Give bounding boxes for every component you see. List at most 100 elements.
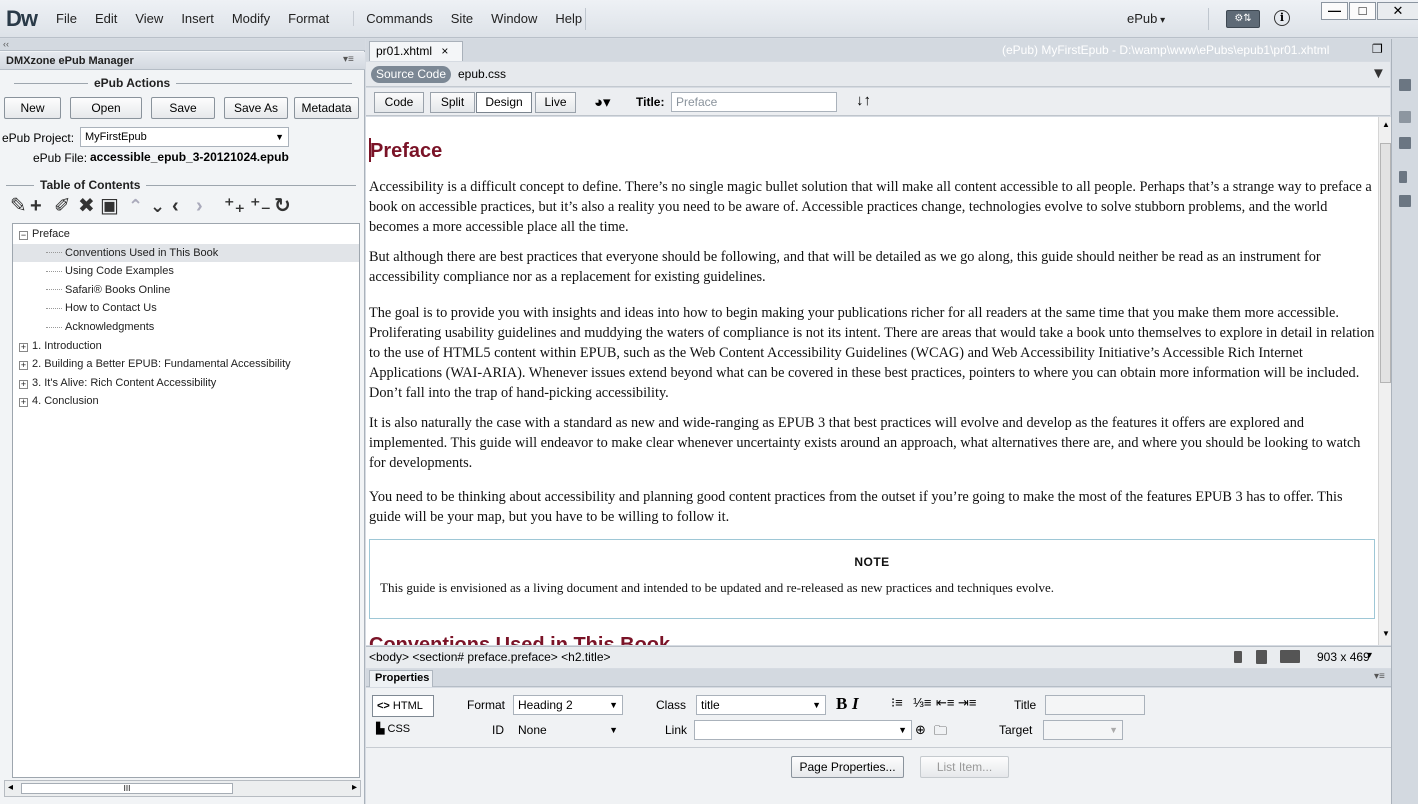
delete-icon[interactable]: ✖ bbox=[78, 196, 95, 216]
menu-commands[interactable]: Commands bbox=[353, 11, 441, 26]
unordered-list-icon[interactable]: ⁝≡ bbox=[891, 695, 903, 711]
extension-manager-icon[interactable]: ⚙⇅ bbox=[1226, 10, 1260, 28]
panel-icon[interactable] bbox=[1399, 111, 1411, 123]
link-input[interactable] bbox=[694, 720, 912, 740]
edit-icon[interactable]: ✎ bbox=[10, 196, 27, 216]
save-as-button[interactable]: Save As bbox=[224, 97, 288, 119]
scroll-down-arrow[interactable]: ▼ bbox=[1382, 629, 1390, 638]
document-tab[interactable]: pr01.xhtml × bbox=[369, 41, 463, 61]
panel-title[interactable]: DMXzone ePub Manager bbox=[6, 55, 134, 67]
move-down-icon[interactable]: ⌄ bbox=[150, 196, 165, 216]
folder-icon[interactable]: 🗀 bbox=[934, 722, 947, 744]
page-properties-button[interactable]: Page Properties... bbox=[791, 756, 904, 778]
paragraph[interactable]: But although there are best practices th… bbox=[369, 247, 1377, 287]
note-box[interactable]: NOTE This guide is envisioned as a livin… bbox=[369, 539, 1375, 619]
toc-tree[interactable]: − Preface Conventions Used in This Book Usi… bbox=[12, 223, 360, 778]
menu-window[interactable]: Window bbox=[482, 11, 546, 26]
panel-collapse-strip[interactable]: ‹‹ bbox=[0, 39, 365, 51]
page-heading[interactable]: Preface bbox=[370, 141, 442, 161]
menu-edit[interactable]: Edit bbox=[86, 11, 126, 26]
refresh-icon[interactable]: ↻ bbox=[274, 196, 291, 216]
source-code-pill[interactable]: Source Code bbox=[371, 66, 451, 83]
code-view-button[interactable]: Code bbox=[374, 92, 424, 113]
panel-icon[interactable] bbox=[1399, 195, 1411, 207]
panel-menu-icon[interactable]: ▾≡ bbox=[1374, 671, 1385, 682]
indent-icon[interactable]: ⇥≡ bbox=[958, 695, 976, 711]
move-left-icon[interactable]: ‹ bbox=[172, 196, 179, 216]
panel-menu-icon[interactable]: ▾≡ bbox=[343, 54, 354, 65]
paragraph[interactable]: Accessibility is a difficult concept to … bbox=[369, 177, 1377, 237]
next-section-heading[interactable]: Conventions Used in This Book bbox=[369, 635, 670, 645]
horizontal-scrollbar[interactable]: ◂ III ▸ bbox=[4, 780, 361, 797]
restore-window-icon[interactable]: ❐ bbox=[1372, 42, 1383, 56]
related-css-file[interactable]: epub.css bbox=[458, 67, 506, 81]
toc-tree-item[interactable]: Using Code Examples bbox=[13, 262, 359, 280]
trash-icon[interactable]: ▣ bbox=[100, 196, 119, 216]
toc-tree-item[interactable]: Conventions Used in This Book bbox=[13, 243, 359, 262]
target-select[interactable] bbox=[1043, 720, 1123, 740]
scroll-up-arrow[interactable]: ▲ bbox=[1382, 120, 1390, 129]
design-view-button[interactable]: Design bbox=[476, 92, 532, 113]
menu-modify[interactable]: Modify bbox=[223, 11, 279, 26]
html-mode-button[interactable]: <> HTML bbox=[372, 695, 434, 717]
title-input[interactable]: Preface bbox=[671, 92, 837, 112]
filter-icon[interactable]: ▼ bbox=[1371, 65, 1386, 82]
menu-view[interactable]: View bbox=[126, 11, 172, 26]
info-icon[interactable]: i bbox=[1274, 10, 1290, 26]
design-view[interactable]: Preface Accessibility is a difficult con… bbox=[366, 117, 1378, 645]
collapse-icon[interactable]: − bbox=[19, 231, 28, 240]
toc-tree-item[interactable]: +1. Introduction bbox=[13, 337, 359, 355]
scroll-thumb[interactable] bbox=[1380, 143, 1391, 383]
panel-icon[interactable] bbox=[1399, 171, 1407, 183]
tablet-size-icon[interactable] bbox=[1256, 650, 1267, 664]
new-button[interactable]: New bbox=[4, 97, 61, 119]
browser-preview-icon[interactable]: ◕▾ bbox=[594, 93, 611, 111]
add-icon[interactable]: + bbox=[30, 196, 42, 216]
vertical-scrollbar[interactable]: ▲ ▼ bbox=[1378, 117, 1392, 645]
close-tab-icon[interactable]: × bbox=[441, 44, 448, 58]
expand-icon[interactable]: + bbox=[19, 379, 28, 389]
bold-button[interactable]: B bbox=[836, 694, 847, 714]
live-view-button[interactable]: Live bbox=[535, 92, 576, 113]
mobile-size-icon[interactable] bbox=[1234, 651, 1242, 663]
minimize-button[interactable]: — bbox=[1321, 2, 1348, 20]
expand-icon[interactable]: + bbox=[19, 398, 28, 408]
toc-tree-item[interactable]: +2. Building a Better EPUB: Fundamental … bbox=[13, 355, 359, 373]
css-mode-button[interactable]: ▙ CSS bbox=[376, 722, 410, 735]
toc-tree-item[interactable]: Acknowledgments bbox=[13, 318, 359, 336]
split-view-button[interactable]: Split bbox=[430, 92, 475, 113]
menu-format[interactable]: Format bbox=[279, 11, 353, 26]
point-to-file-icon[interactable]: ⊕ bbox=[915, 722, 926, 738]
toc-tree-item[interactable]: +3. It's Alive: Rich Content Accessibili… bbox=[13, 374, 359, 392]
desktop-size-icon[interactable] bbox=[1280, 650, 1300, 663]
panel-icon[interactable] bbox=[1399, 137, 1411, 149]
maximize-button[interactable]: □ bbox=[1349, 2, 1376, 20]
panel-icon[interactable] bbox=[1399, 79, 1411, 91]
toc-tree-item[interactable]: +4. Conclusion bbox=[13, 392, 359, 410]
class-select[interactable]: title bbox=[696, 695, 826, 715]
properties-tab[interactable]: Properties bbox=[369, 670, 433, 687]
open-button[interactable]: Open bbox=[70, 97, 142, 119]
expand-icon[interactable]: + bbox=[19, 342, 28, 352]
title-prop-input[interactable] bbox=[1045, 695, 1145, 715]
close-button[interactable]: ✕ bbox=[1377, 2, 1418, 20]
metadata-button[interactable]: Metadata bbox=[294, 97, 359, 119]
italic-button[interactable]: I bbox=[852, 694, 859, 714]
file-management-icon[interactable]: ↓↑ bbox=[856, 92, 871, 109]
ordered-list-icon[interactable]: ⅓≡ bbox=[913, 695, 931, 710]
outdent-icon[interactable]: ⇤≡ bbox=[936, 695, 954, 711]
tag-selector[interactable]: <body> <section# preface.preface> <h2.ti… bbox=[369, 650, 611, 664]
expand-icon[interactable]: + bbox=[19, 361, 28, 371]
menu-insert[interactable]: Insert bbox=[172, 11, 223, 26]
list-item-button[interactable]: List Item... bbox=[920, 756, 1009, 778]
format-select[interactable]: Heading 2 bbox=[513, 695, 623, 715]
paragraph[interactable]: You need to be thinking about accessibil… bbox=[369, 487, 1377, 527]
chevron-down-icon[interactable]: ▾ bbox=[1367, 650, 1372, 661]
move-up-icon[interactable]: ⌃ bbox=[128, 196, 143, 216]
toc-tree-item[interactable]: Safari® Books Online bbox=[13, 281, 359, 299]
toc-tree-item[interactable]: − Preface bbox=[13, 225, 359, 243]
window-size[interactable]: 903 x 469 bbox=[1317, 650, 1370, 664]
move-right-icon[interactable]: › bbox=[196, 196, 203, 216]
scroll-left-arrow[interactable]: ◂ bbox=[8, 782, 13, 793]
add-child-icon[interactable]: ⁺₊ bbox=[224, 196, 245, 216]
